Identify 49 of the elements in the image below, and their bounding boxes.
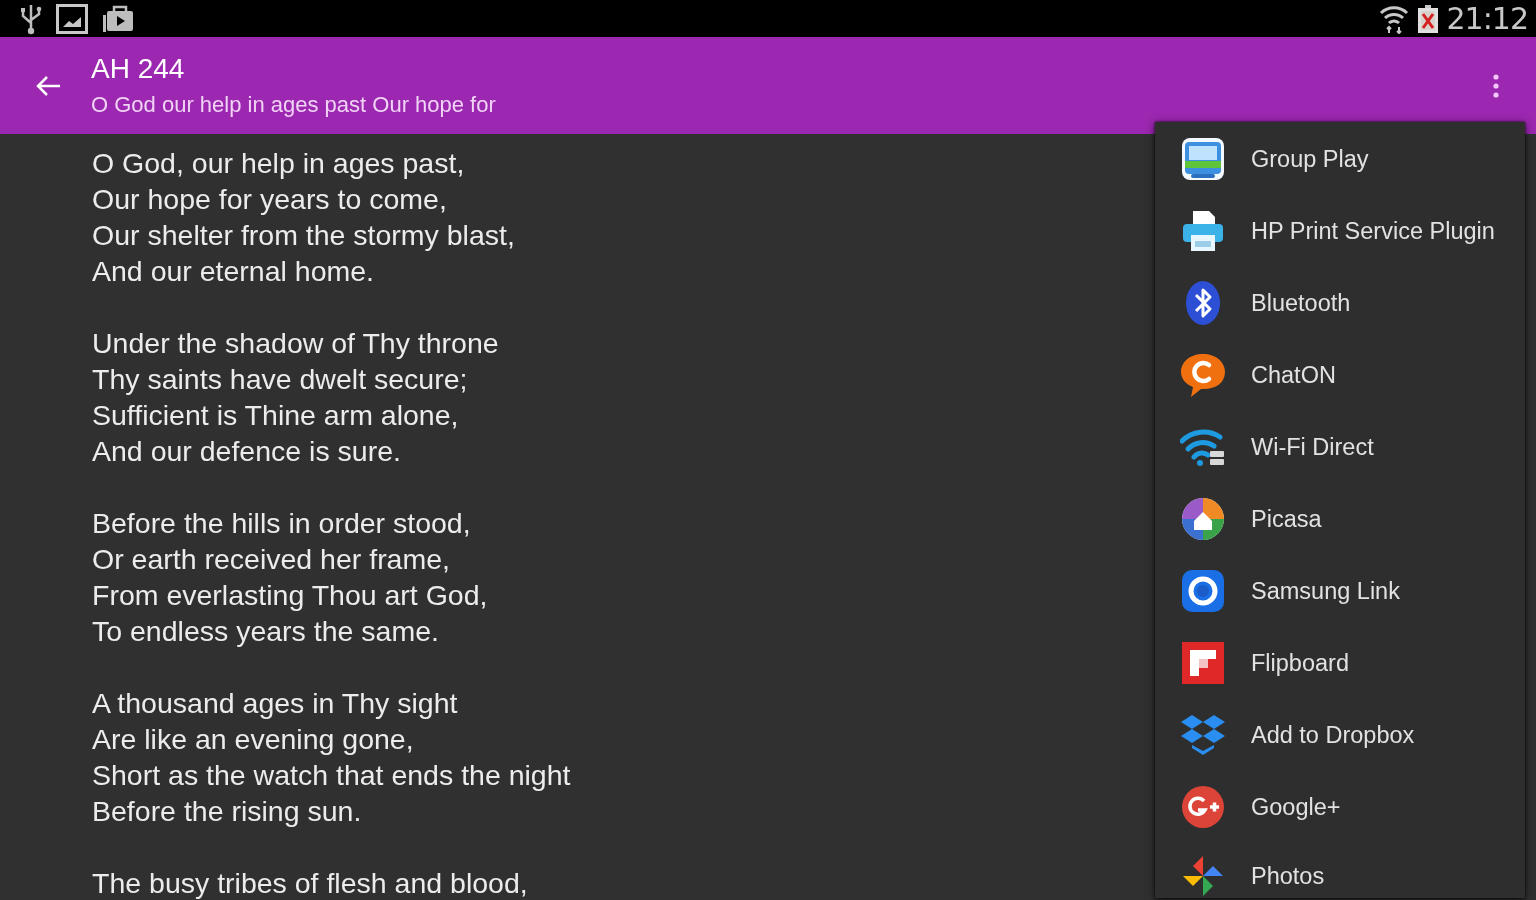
lyric-line: To endless years the same. xyxy=(92,614,439,649)
lyric-line: Under the shadow of Thy throne xyxy=(92,326,499,361)
lyric-line: From everlasting Thou art God, xyxy=(92,578,488,613)
menu-item[interactable]: Add to Dropbox xyxy=(1155,699,1525,771)
menu-item[interactable]: Samsung Link xyxy=(1155,555,1525,627)
bluetooth-icon xyxy=(1185,280,1221,326)
wifi-signal-icon xyxy=(1378,3,1409,34)
menu-item[interactable]: ChatON xyxy=(1155,339,1525,411)
menu-item[interactable]: HP Print Service Plugin xyxy=(1155,195,1525,267)
lyric-line: Our hope for years to come, xyxy=(92,182,447,217)
clock-time: 21:12 xyxy=(1446,1,1528,36)
lyric-line: Or earth received her frame, xyxy=(92,542,450,577)
lyric-line: Before the rising sun. xyxy=(92,794,362,829)
lyric-line: Our shelter from the stormy blast, xyxy=(92,218,515,253)
usb-icon xyxy=(20,2,42,35)
briefcase-icon xyxy=(102,4,134,33)
chat-bubble-icon xyxy=(1179,352,1227,398)
menu-item[interactable]: Picasa xyxy=(1155,483,1525,555)
lyric-line: And our eternal home. xyxy=(92,254,374,289)
lyric-line: A thousand ages in Thy sight xyxy=(92,686,458,721)
wifi-icon xyxy=(1180,427,1226,467)
lyric-line: Short as the watch that ends the night xyxy=(92,758,571,793)
lyric-line: Sufficient is Thine arm alone, xyxy=(92,398,459,433)
menu-item[interactable]: Bluetooth xyxy=(1155,267,1525,339)
battery-icon xyxy=(1416,3,1439,34)
plus-circle-icon xyxy=(1181,785,1225,829)
box-icon xyxy=(1179,713,1227,757)
screen-icon xyxy=(1181,137,1225,181)
menu-item[interactable]: Photos xyxy=(1155,843,1525,898)
lyric-line: O God, our help in ages past, xyxy=(92,146,465,181)
menu-item[interactable]: Google+ xyxy=(1155,771,1525,843)
sphere-icon xyxy=(1181,497,1225,541)
page-subtitle: O God our help in ages past Our hope for xyxy=(91,92,496,118)
more-vertical-icon xyxy=(1493,73,1499,98)
lyric-line: The busy tribes of flesh and blood, xyxy=(92,866,528,900)
image-icon xyxy=(56,3,88,34)
menu-item[interactable]: Wi-Fi Direct xyxy=(1155,411,1525,483)
arrow-left-icon xyxy=(35,74,61,97)
lyric-line: Thy saints have dwelt secure; xyxy=(92,362,468,397)
ring-icon xyxy=(1181,569,1225,613)
printer-icon xyxy=(1181,209,1225,253)
page-title: AH 244 xyxy=(91,53,185,85)
lyric-line: Before the hills in order stood, xyxy=(92,506,471,541)
menu-item[interactable]: Flipboard xyxy=(1155,627,1525,699)
pinwheel-icon xyxy=(1181,854,1225,898)
lyric-line: And our defence is sure. xyxy=(92,434,401,469)
tile-icon xyxy=(1181,641,1225,685)
lyric-line: Are like an evening gone, xyxy=(92,722,414,757)
menu-item[interactable]: Group Play xyxy=(1155,123,1525,195)
